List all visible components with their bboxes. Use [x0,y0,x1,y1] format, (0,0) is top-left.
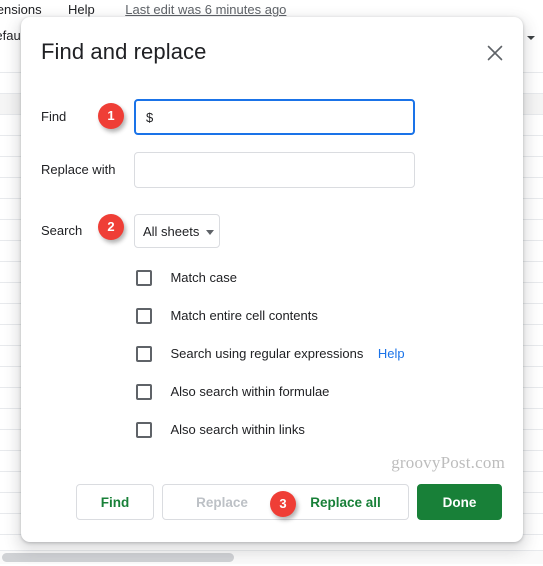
checkbox-within-formulae[interactable] [136,383,152,400]
checkbox-regular-expressions[interactable] [136,345,152,362]
find-row: Find [21,97,523,137]
replace-button: Replace [162,484,282,520]
checkbox-label-match-entire-cell: Match entire cell contents [170,308,318,324]
chevron-down-icon[interactable] [527,36,535,40]
search-scope-dropdown[interactable]: All sheets [134,214,220,248]
watermark: groovyPost.com [391,453,505,472]
spreadsheet-app: Extensions Help Last edit was 6 minutes … [0,0,543,566]
dialog-title: Find and replace [41,39,207,64]
replace-with-label: Replace with [41,162,116,177]
checkbox-label-within-links: Also search within links [170,422,305,438]
horizontal-scrollbar-thumb[interactable] [2,553,234,562]
checkbox-row-match-case[interactable]: Match case [136,269,237,287]
search-scope-value: All sheets [143,223,200,239]
close-icon[interactable] [479,37,511,69]
regex-help-link[interactable]: Help [378,346,405,361]
checkbox-label-match-case: Match case [170,270,237,286]
checkbox-match-entire-cell[interactable] [136,307,152,324]
annotation-badge-2: 2 [98,214,124,240]
done-button[interactable]: Done [417,484,502,520]
annotation-badge-1: 1 [98,103,124,129]
search-label: Search [41,223,83,238]
checkbox-label-within-formulae: Also search within formulae [170,384,330,400]
checkbox-row-within-formulae[interactable]: Also search within formulae [136,383,329,401]
checkbox-row-regular-expressions[interactable]: Search using regular expressions Help [136,345,405,363]
find-button[interactable]: Find [76,484,154,520]
replace-with-input[interactable] [134,152,415,188]
checkbox-within-links[interactable] [136,421,152,438]
checkbox-label-regular-expressions: Search using regular expressions [170,346,364,362]
replace-all-button[interactable]: Replace all [282,484,409,520]
chevron-down-icon [206,229,215,235]
checkbox-row-match-entire-cell[interactable]: Match entire cell contents [136,307,318,325]
find-input[interactable] [134,99,415,135]
checkbox-match-case[interactable] [136,269,152,286]
checkbox-row-within-links[interactable]: Also search within links [136,421,305,439]
find-label: Find [41,109,67,124]
find-and-replace-dialog: Find and replace Find Replace with Searc… [21,17,523,542]
annotation-badge-3: 3 [270,491,296,517]
search-row: Search All sheets [21,211,523,251]
replace-with-row: Replace with [21,149,523,189]
